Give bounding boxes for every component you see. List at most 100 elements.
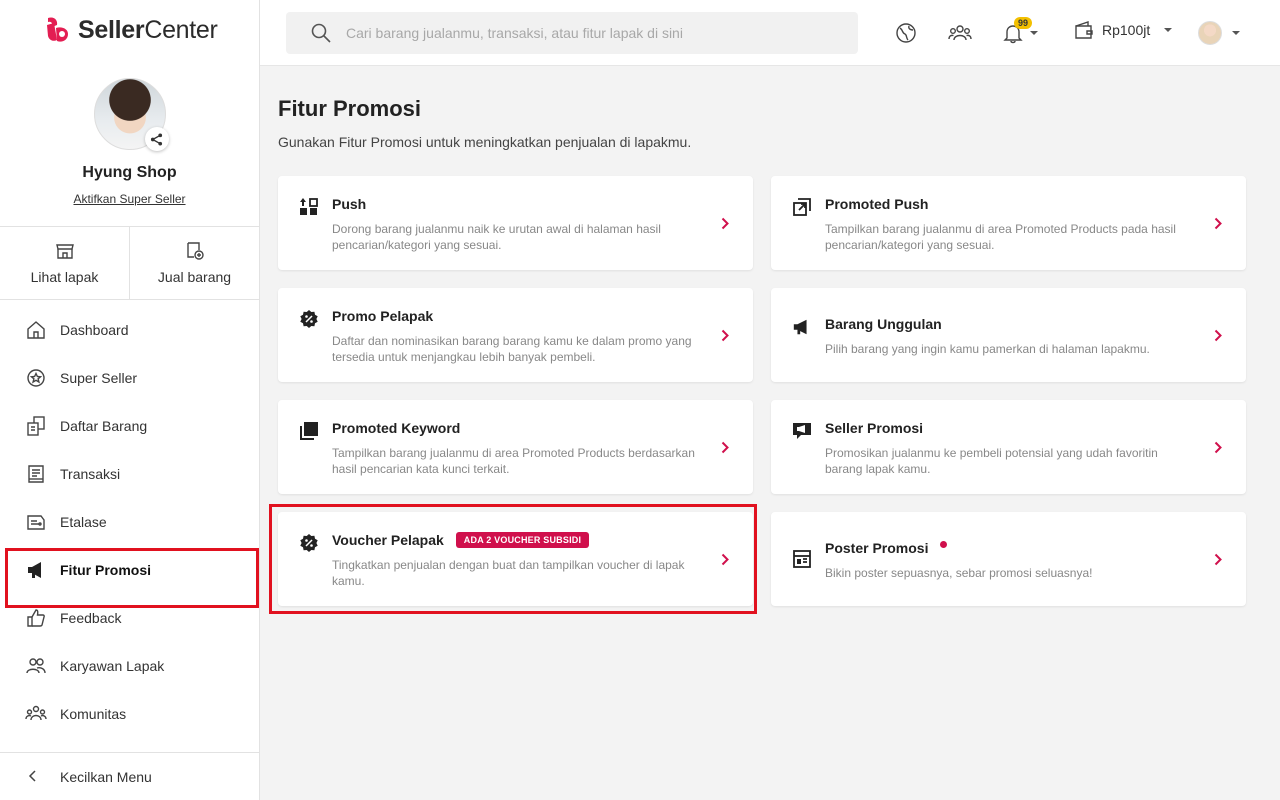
sidebar-item-super-seller[interactable]: Super Seller: [0, 354, 259, 402]
view-store-button[interactable]: Lihat lapak: [0, 227, 129, 299]
home-icon: [24, 318, 48, 342]
sidebar-item-dashboard[interactable]: Dashboard: [0, 306, 259, 354]
megaphone-icon: [791, 316, 813, 338]
shop-name: Hyung Shop: [82, 164, 177, 181]
push-icon: [298, 196, 320, 218]
chat-megaphone-icon: [791, 420, 813, 442]
logo-text: SellerCenter: [78, 15, 218, 44]
chevron-down-icon: [1164, 28, 1173, 32]
chevron-right-icon: [1210, 326, 1226, 344]
user-avatar[interactable]: [1198, 21, 1222, 45]
page-title: Fitur Promosi: [278, 96, 422, 121]
feature-desc: Daftar dan nominasikan barang barang kam…: [332, 334, 692, 364]
feature-card-promoted-keyword[interactable]: Promoted Keyword Tampilkan barang jualan…: [278, 400, 753, 494]
collapse-menu-button[interactable]: Kecilkan Menu: [0, 752, 259, 800]
feature-desc: Tingkatkan penjualan dengan buat dan tam…: [332, 558, 685, 588]
add-product-icon: [186, 242, 204, 260]
sidebar-nav: Dashboard Super Seller Daftar Barang Tra…: [0, 306, 259, 738]
sidebar: SellerCenter Hyung Shop Aktifkan Super S…: [0, 0, 260, 800]
sidebar-item-komunitas[interactable]: Komunitas: [0, 690, 259, 738]
feature-title: Voucher Pelapak ADA 2 VOUCHER SUBSIDI: [332, 532, 590, 548]
feature-card-promoted-push[interactable]: Promoted Push Tampilkan barang jualanmu …: [771, 176, 1246, 270]
profile-section: Hyung Shop Aktifkan Super Seller: [0, 78, 259, 208]
store-icon: [55, 244, 74, 259]
seller-center-logo[interactable]: SellerCenter: [44, 14, 218, 46]
wallet-dropdown[interactable]: Rp100jt: [1074, 21, 1173, 39]
sidebar-item-label: Dashboard: [60, 322, 129, 338]
feature-card-seller-promosi[interactable]: Seller Promosi Promosikan jualanmu ke pe…: [771, 400, 1246, 494]
sidebar-item-etalase[interactable]: Etalase: [0, 498, 259, 546]
search-bar[interactable]: [286, 12, 858, 54]
sidebar-item-karyawan-lapak[interactable]: Karyawan Lapak: [0, 642, 259, 690]
sidebar-item-feedback[interactable]: Feedback: [0, 594, 259, 642]
new-indicator-dot: [940, 540, 948, 548]
sidebar-item-transaksi[interactable]: Transaksi: [0, 450, 259, 498]
page-subtitle: Gunakan Fitur Promosi untuk meningkatkan…: [278, 134, 692, 150]
wallet-icon: [1075, 21, 1093, 39]
chevron-right-icon: [1210, 214, 1226, 232]
sidebar-item-daftar-barang[interactable]: Daftar Barang: [0, 402, 259, 450]
sidebar-item-fitur-promosi[interactable]: Fitur Promosi: [0, 546, 259, 608]
chevron-down-icon: [1030, 31, 1038, 35]
sell-item-label: Jual barang: [157, 269, 232, 285]
receipt-icon: [24, 462, 48, 486]
chevron-right-icon: [1210, 550, 1226, 568]
feature-title: Seller Promosi: [825, 420, 924, 436]
etalase-icon: [24, 510, 48, 534]
users-icon: [24, 654, 48, 678]
feature-card-poster-promosi[interactable]: Poster Promosi Bikin poster sepuasnya, s…: [771, 512, 1246, 606]
share-button[interactable]: [144, 127, 169, 151]
chevron-right-icon: [717, 214, 733, 232]
feature-card-voucher-pelapak[interactable]: Voucher Pelapak ADA 2 VOUCHER SUBSIDI Ti…: [278, 512, 753, 606]
chevron-down-icon[interactable]: [1232, 31, 1240, 35]
view-store-label: Lihat lapak: [30, 269, 99, 285]
collapse-menu-label: Kecilkan Menu: [60, 768, 152, 785]
star-badge-icon: [24, 366, 48, 390]
voucher-icon: [298, 532, 320, 554]
feature-title: Promo Pelapak: [332, 308, 434, 324]
feature-title: Barang Unggulan: [825, 316, 942, 332]
feature-title: Promoted Keyword: [332, 420, 461, 436]
feature-title: Poster Promosi: [825, 540, 948, 556]
feature-card-barang-unggulan[interactable]: Barang Unggulan Pilih barang yang ingin …: [771, 288, 1246, 382]
quick-actions: Lihat lapak Jual barang: [0, 226, 259, 300]
subsidy-voucher-badge: ADA 2 VOUCHER SUBSIDI: [455, 532, 590, 548]
sidebar-item-label: Daftar Barang: [60, 418, 148, 434]
feature-desc: Promosikan jualanmu ke pembeli potensial…: [825, 446, 1158, 476]
feature-card-push[interactable]: Push Dorong barang jualanmu naik ke urut…: [278, 176, 753, 270]
top-header: 99 Rp100jt: [260, 0, 1280, 66]
sidebar-item-label: Fitur Promosi: [60, 562, 152, 578]
search-input[interactable]: [346, 25, 826, 41]
sidebar-item-label: Super Seller: [60, 370, 138, 386]
bukalapak-logo-icon: [47, 17, 68, 42]
sidebar-item-label: Feedback: [60, 610, 122, 626]
keyword-icon: [298, 420, 320, 442]
product-list-icon: [24, 414, 48, 438]
sidebar-item-label: Karyawan Lapak: [60, 658, 165, 674]
sidebar-item-label: Transaksi: [60, 466, 121, 482]
chevron-left-icon: [28, 769, 48, 785]
community-button[interactable]: [948, 21, 972, 45]
notification-button[interactable]: 99: [1002, 17, 1046, 45]
feature-desc: Pilih barang yang ingin kamu pamerkan di…: [825, 342, 1150, 356]
share-icon: [150, 132, 163, 146]
sell-item-button[interactable]: Jual barang: [129, 227, 259, 299]
shop-avatar[interactable]: [93, 78, 169, 151]
chevron-right-icon: [717, 550, 733, 568]
sidebar-item-label: Komunitas: [60, 706, 127, 722]
feature-desc: Dorong barang jualanmu naik ke urutan aw…: [332, 222, 661, 252]
wallet-balance: Rp100jt: [1102, 22, 1151, 38]
activate-super-seller-link[interactable]: Aktifkan Super Seller: [73, 192, 185, 206]
feature-desc: Tampilkan barang jualanmu di area Promot…: [332, 446, 695, 476]
sidebar-item-label: Etalase: [60, 514, 107, 530]
community-icon: [24, 702, 48, 726]
discount-badge-icon: [298, 308, 320, 330]
feature-title: Push: [332, 196, 367, 212]
chevron-right-icon: [717, 438, 733, 456]
notification-badge: 99: [1014, 17, 1033, 29]
feature-desc: Bikin poster sepuasnya, sebar promosi se…: [825, 566, 1093, 580]
globe-check-icon: [896, 23, 916, 43]
seller-edu-button[interactable]: [894, 21, 918, 45]
feature-card-promo-pelapak[interactable]: Promo Pelapak Daftar dan nominasikan bar…: [278, 288, 753, 382]
feature-desc: Tampilkan barang jualanmu di area Promot…: [825, 222, 1176, 252]
